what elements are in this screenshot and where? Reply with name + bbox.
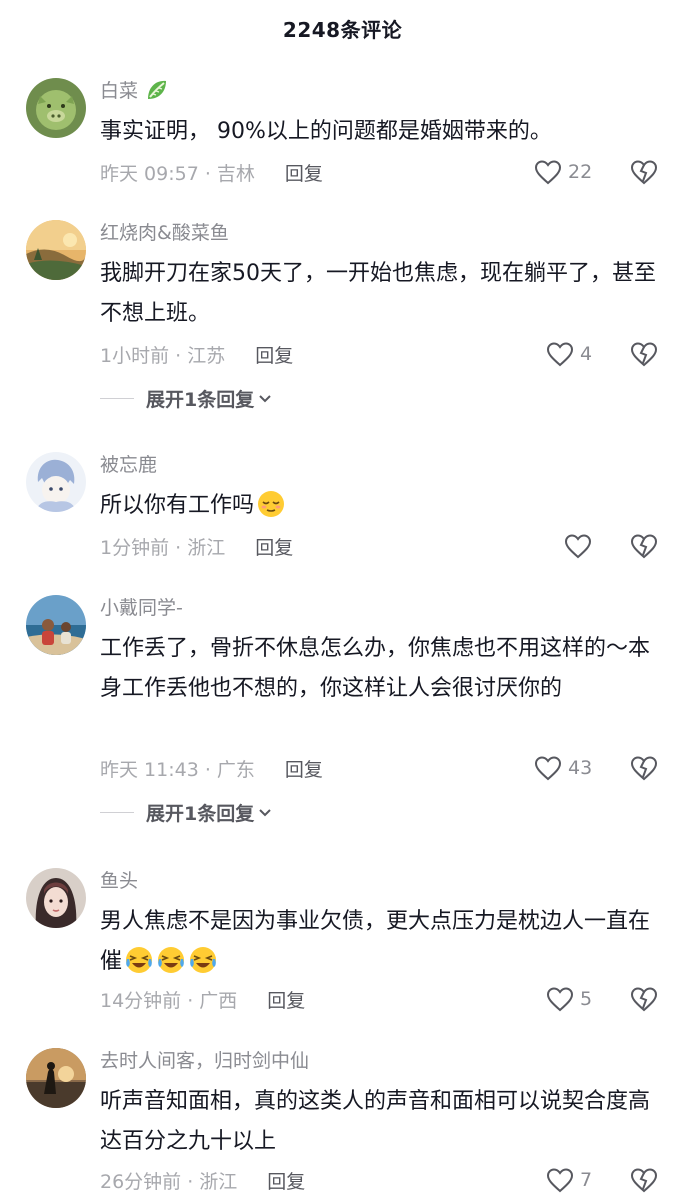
comments-header: 2248条评论 (0, 0, 685, 56)
broken-heart-icon (630, 987, 658, 1012)
user-avatar[interactable] (26, 78, 86, 138)
dislike-button[interactable] (630, 1165, 658, 1195)
beach-people-avatar-icon (26, 595, 86, 655)
reply-button[interactable]: 回复 (267, 986, 305, 1013)
anime-character-avatar-icon (26, 452, 86, 512)
like-button[interactable]: 4 (546, 339, 600, 369)
comment-username[interactable]: 白菜 (100, 76, 170, 103)
like-count: 43 (568, 757, 593, 779)
comment-time-location: 1小时前 · 江苏 (100, 344, 226, 367)
user-avatar[interactable] (26, 452, 86, 512)
comment-username[interactable]: 小戴同学- (100, 593, 183, 620)
cabbage-emoji-icon (148, 80, 167, 99)
dislike-button[interactable] (630, 531, 658, 561)
dislike-button[interactable] (630, 753, 658, 783)
chevron-down-icon (259, 809, 271, 817)
comment-text: 工作丢了，骨折不休息怎么办，你焦虑也不用这样的～本身工作丢他也不想的，你这样让人… (100, 636, 651, 701)
reply-button[interactable]: 回复 (255, 341, 293, 368)
comment-username[interactable]: 去时人间客，归时剑中仙 (100, 1046, 309, 1073)
heart-outline-icon (534, 756, 562, 781)
heart-outline-icon (534, 160, 562, 185)
like-button[interactable]: 43 (534, 753, 592, 783)
comment-time-location: 昨天 11:43 · 广东 (100, 758, 255, 781)
heart-outline-icon (546, 342, 574, 367)
comment-username[interactable]: 鱼头 (100, 866, 138, 893)
woman-portrait-avatar-icon (26, 868, 86, 928)
dislike-button[interactable] (630, 157, 658, 187)
comment-time-location: 26分钟前 · 浙江 (100, 1170, 238, 1193)
expand-replies-label: 展开1条回复 (146, 802, 255, 825)
comment-meta: 26分钟前 · 浙江 回复 (100, 1165, 305, 1195)
like-button[interactable]: 7 (546, 1165, 600, 1195)
heart-outline-icon (564, 534, 592, 559)
comment-meta: 1分钟前 · 浙江 回复 (100, 531, 293, 561)
user-avatar[interactable] (26, 595, 86, 655)
broken-heart-icon (630, 756, 658, 781)
comment-time-location: 14分钟前 · 广西 (100, 989, 238, 1012)
comment-username[interactable]: 红烧肉&酸菜鱼 (100, 218, 229, 245)
sunset-landscape-avatar-icon (26, 220, 86, 280)
reply-button[interactable]: 回复 (285, 159, 323, 186)
like-count: 5 (580, 988, 593, 1010)
silhouette-sunset-avatar-icon (26, 1048, 86, 1108)
laughing-crying-emoji-icon (126, 947, 153, 973)
expand-replies-label: 展开1条回复 (146, 388, 255, 411)
comment-time-location: 1分钟前 · 浙江 (100, 536, 226, 559)
laughing-crying-emoji-icon (158, 947, 185, 973)
broken-heart-icon (630, 1168, 658, 1193)
comment-text: 听声音知面相，真的这类人的声音和面相可以说契合度高达百分之九十以上 (100, 1089, 651, 1154)
like-count: 4 (580, 343, 593, 365)
comment-username[interactable]: 被忘鹿 (100, 450, 157, 477)
expand-replies-button[interactable]: 展开1条回复 (100, 797, 272, 827)
reply-button[interactable]: 回复 (285, 755, 323, 782)
comment-text: 事实证明， 90%以上的问题都是婚姻带来的。 (100, 119, 552, 144)
comment-meta: 昨天 11:43 · 广东 回复 (100, 753, 323, 783)
like-count: 7 (580, 1169, 593, 1191)
like-button[interactable]: 5 (546, 984, 600, 1014)
expand-replies-button[interactable]: 展开1条回复 (100, 383, 272, 413)
relieved-face-emoji-icon (258, 491, 285, 517)
broken-heart-icon (630, 534, 658, 559)
reply-button[interactable]: 回复 (255, 533, 293, 560)
comment-text: 男人焦虑不是因为事业欠债，更大点压力是枕边人一直在催 (100, 909, 651, 974)
broken-heart-icon (630, 342, 658, 367)
user-avatar[interactable] (26, 1048, 86, 1108)
like-button[interactable]: 22 (534, 157, 592, 187)
heart-outline-icon (546, 1168, 574, 1193)
comment-count-title: 2248条评论 (282, 17, 403, 42)
comment-meta: 昨天 09:57 · 吉林 回复 (100, 157, 323, 187)
like-button[interactable] (564, 531, 618, 561)
comment-time-location: 昨天 09:57 · 吉林 (100, 162, 255, 185)
pig-avatar-icon (26, 78, 86, 138)
broken-heart-icon (630, 160, 658, 185)
laughing-crying-emoji-icon (190, 947, 217, 973)
comment-text: 所以你有工作吗 (100, 486, 660, 526)
chevron-down-icon (259, 395, 271, 403)
user-avatar[interactable] (26, 220, 86, 280)
comment-meta: 14分钟前 · 广西 回复 (100, 984, 305, 1014)
comment-text: 我脚开刀在家50天了，一开始也焦虑，现在躺平了，甚至不想上班。 (100, 261, 656, 326)
heart-outline-icon (546, 987, 574, 1012)
dislike-button[interactable] (630, 984, 658, 1014)
like-count: 22 (568, 161, 593, 183)
dislike-button[interactable] (630, 339, 658, 369)
reply-button[interactable]: 回复 (267, 1167, 305, 1194)
user-avatar[interactable] (26, 868, 86, 928)
comment-meta: 1小时前 · 江苏 回复 (100, 339, 293, 369)
expand-divider (100, 811, 134, 813)
expand-divider (100, 397, 134, 399)
